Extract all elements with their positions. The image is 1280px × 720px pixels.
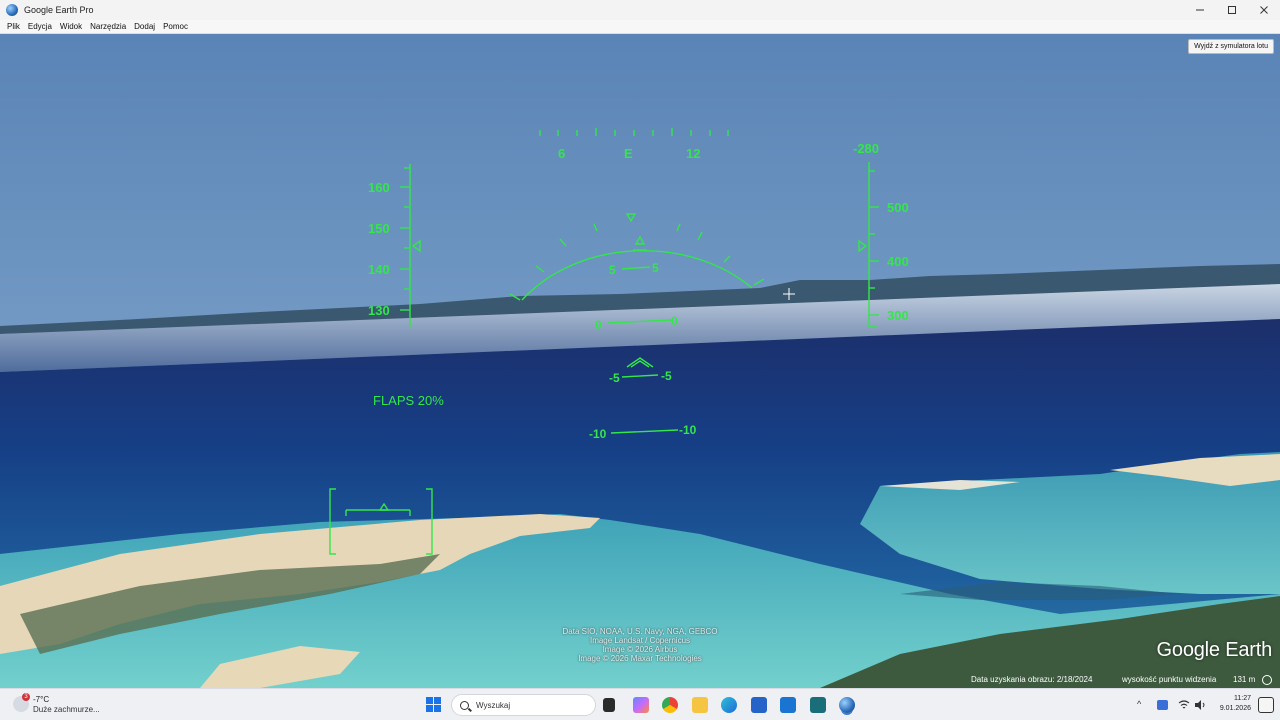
vertical-speed-label: -280 (853, 141, 879, 156)
credit-line: Data SIO, NOAA, U.S. Navy, NGA, GEBCO (562, 627, 718, 636)
credit-line: Image Landsat / Copernicus (589, 636, 691, 645)
clock-time: 11:27 (1234, 695, 1251, 702)
taskbar: 3 -7°C Duże zachmurze... Wyszukaj ^ 11:2… (0, 688, 1280, 720)
pitch-m5-right: -5 (661, 369, 672, 383)
windows-logo-icon (426, 705, 433, 712)
maximize-button[interactable] (1216, 0, 1248, 20)
chrome-icon[interactable] (662, 697, 678, 713)
menu-add[interactable]: Dodaj (130, 22, 159, 31)
pitch-0-right: 0 (671, 314, 678, 328)
altitude-label-400: 400 (887, 254, 909, 269)
search-icon (460, 700, 469, 710)
minimize-icon (1196, 9, 1204, 11)
notification-icon[interactable] (1258, 697, 1274, 713)
altitude-label-300: 300 (887, 308, 909, 323)
pitch-m5-left: -5 (609, 371, 620, 385)
copilot-icon[interactable] (633, 697, 649, 713)
store-icon[interactable] (751, 697, 767, 713)
speed-label-150: 150 (368, 221, 390, 236)
loading-indicator-icon (1262, 675, 1272, 685)
credit-line: Image © 2026 Maxar Technologies (578, 654, 702, 663)
speed-label-140: 140 (368, 262, 390, 277)
search-placeholder: Wyszukaj (476, 700, 511, 710)
eye-altitude-label: wysokość punktu widzenia (1122, 675, 1217, 684)
onedrive-icon[interactable] (1157, 700, 1168, 710)
eye-altitude-value: 131 m (1233, 675, 1256, 684)
minimize-button[interactable] (1184, 0, 1216, 20)
title-bar: Google Earth Pro (0, 0, 1280, 20)
app-icon[interactable] (810, 697, 826, 713)
earth-viewport[interactable]: 6 E 12 160 150 140 130 -280 500 400 300 … (0, 34, 1280, 688)
heading-label-6: 6 (558, 146, 565, 161)
imagery-credits: Data SIO, NOAA, U.S. Navy, NGA, GEBCO Im… (540, 627, 740, 663)
menu-view[interactable]: Widok (56, 22, 86, 31)
flight-hud: 6 E 12 160 150 140 130 -280 500 400 300 … (329, 128, 909, 555)
status-bar: Data uzyskania obrazu: 2/18/2024 wysokoś… (0, 674, 1280, 688)
menu-help[interactable]: Pomoc (159, 22, 192, 31)
window-title: Google Earth Pro (24, 5, 94, 15)
windows-logo-icon (426, 697, 433, 704)
clock-date: 9.01.2026 (1219, 705, 1251, 712)
speed-label-160: 160 (368, 180, 390, 195)
taskbar-search[interactable]: Wyszukaj (451, 694, 596, 716)
pitch-m10-right: -10 (679, 423, 697, 437)
flaps-indicator: FLAPS 20% (373, 393, 444, 408)
crosshair-icon (783, 288, 795, 300)
google-earth-icon (6, 4, 18, 16)
close-icon (1260, 6, 1268, 14)
menu-file[interactable]: Plik (3, 22, 24, 31)
altitude-label-500: 500 (887, 200, 909, 215)
system-clock[interactable]: 11:27 9.01.2026 (1216, 694, 1251, 714)
google-earth-taskbar-icon[interactable] (839, 697, 855, 713)
imagery-date: Data uzyskania obrazu: 2/18/2024 (971, 675, 1093, 684)
google-earth-logo: Google Earth (1156, 639, 1273, 661)
pitch-5-left: 5 (609, 263, 616, 277)
close-button[interactable] (1248, 0, 1280, 20)
pitch-0-left: 0 (595, 318, 602, 332)
speed-label-130: 130 (368, 303, 390, 318)
task-view-icon[interactable] (603, 698, 615, 712)
weather-badge: 3 (22, 693, 30, 701)
weather-description[interactable]: Duże zachmurze... (33, 705, 100, 714)
window-controls (1184, 0, 1280, 20)
windows-logo-icon (434, 705, 441, 712)
menu-bar: Plik Edycja Widok Narzędzia Dodaj Pomoc (0, 20, 1280, 34)
weather-temperature[interactable]: -7°C (33, 695, 49, 704)
wifi-icon[interactable] (1178, 699, 1190, 711)
start-button[interactable] (426, 697, 441, 712)
heading-label-e: E (624, 146, 633, 161)
pitch-m10-left: -10 (589, 427, 607, 441)
windows-logo-icon (434, 697, 441, 704)
edge-icon[interactable] (721, 697, 737, 713)
heading-label-12: 12 (686, 146, 700, 161)
tray-chevron-icon[interactable]: ^ (1137, 699, 1141, 709)
pitch-5-right: 5 (652, 261, 659, 275)
file-explorer-icon[interactable] (692, 697, 708, 713)
exit-flight-simulator-button[interactable]: Wyjdź z symulatora lotu (1188, 39, 1274, 54)
outlook-icon[interactable] (780, 697, 796, 713)
credit-line: Image © 2026 Airbus (602, 645, 678, 654)
volume-icon[interactable] (1194, 699, 1206, 711)
menu-edit[interactable]: Edycja (24, 22, 56, 31)
maximize-icon (1228, 6, 1236, 14)
menu-tools[interactable]: Narzędzia (86, 22, 130, 31)
